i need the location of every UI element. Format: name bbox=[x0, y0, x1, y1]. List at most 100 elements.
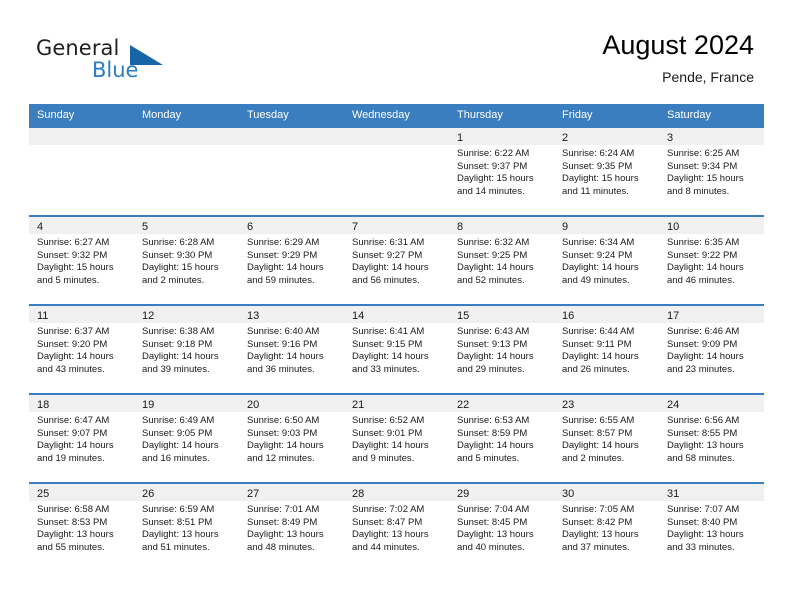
calendar-day-cell[interactable]: 3 Sunrise: 6:25 AM Sunset: 9:34 PM Daylight… bbox=[659, 126, 764, 215]
calendar-day-cell[interactable]: 18 Sunrise: 6:47 AM Sunset: 9:07 PM Dayligh… bbox=[29, 393, 134, 482]
day-number: 30 bbox=[562, 488, 575, 500]
day-sun-info: Sunrise: 6:24 AM Sunset: 9:35 PM Daylight:… bbox=[554, 145, 659, 198]
daylight-duration-line1: Daylight: 14 hours bbox=[457, 262, 534, 274]
daylight-duration-line2: and 19 minutes. bbox=[37, 452, 105, 464]
daylight-duration-line2: and 43 minutes. bbox=[37, 363, 105, 375]
location-subtitle: Pende, France bbox=[662, 69, 754, 85]
daylight-duration-line1: Daylight: 14 hours bbox=[352, 440, 429, 452]
calendar-day-cell[interactable]: 6 Sunrise: 6:29 AM Sunset: 9:29 PM Daylight… bbox=[239, 215, 344, 304]
calendar-day-cell[interactable]: 26 Sunrise: 6:59 AM Sunset: 8:51 PM Dayligh… bbox=[134, 482, 239, 571]
calendar-day-cell[interactable]: 9 Sunrise: 6:34 AM Sunset: 9:24 PM Daylight… bbox=[554, 215, 659, 304]
calendar-day-cell[interactable]: 4 Sunrise: 6:27 AM Sunset: 9:32 PM Daylight… bbox=[29, 215, 134, 304]
daylight-duration-line1: Daylight: 15 hours bbox=[667, 173, 744, 185]
day-sun-info: Sunrise: 7:05 AM Sunset: 8:42 PM Daylight:… bbox=[554, 501, 659, 554]
day-number: 31 bbox=[667, 488, 680, 500]
calendar-day-cell[interactable]: 1 Sunrise: 6:22 AM Sunset: 9:37 PM Daylight… bbox=[449, 126, 554, 215]
sunset-time: Sunset: 8:51 PM bbox=[142, 516, 213, 528]
calendar-day-cell[interactable]: 22 Sunrise: 6:53 AM Sunset: 8:59 PM Dayligh… bbox=[449, 393, 554, 482]
calendar-day-cell[interactable]: 13 Sunrise: 6:40 AM Sunset: 9:16 PM Dayligh… bbox=[239, 304, 344, 393]
brand-name-general: General bbox=[36, 36, 120, 60]
daylight-duration-line1: Daylight: 13 hours bbox=[352, 529, 429, 541]
day-number-bar: 6 bbox=[239, 217, 344, 234]
calendar-day-cell[interactable]: 2 Sunrise: 6:24 AM Sunset: 9:35 PM Daylight… bbox=[554, 126, 659, 215]
sunset-time: Sunset: 8:53 PM bbox=[37, 516, 108, 528]
day-number-bar: 16 bbox=[554, 306, 659, 323]
day-number-bar: 27 bbox=[239, 484, 344, 501]
day-number: 28 bbox=[352, 488, 365, 500]
daylight-duration-line1: Daylight: 14 hours bbox=[562, 351, 639, 363]
calendar-day-cell[interactable]: 31 Sunrise: 7:07 AM Sunset: 8:40 PM Dayligh… bbox=[659, 482, 764, 571]
calendar-day-cell[interactable]: 8 Sunrise: 6:32 AM Sunset: 9:25 PM Daylight… bbox=[449, 215, 554, 304]
sunrise-time: Sunrise: 7:01 AM bbox=[247, 504, 320, 515]
calendar-day-cell[interactable]: 27 Sunrise: 7:01 AM Sunset: 8:49 PM Dayligh… bbox=[239, 482, 344, 571]
day-number-bar: 7 bbox=[344, 217, 449, 234]
daylight-duration-line2: and 37 minutes. bbox=[562, 541, 630, 553]
calendar-day-cell[interactable]: 23 Sunrise: 6:55 AM Sunset: 8:57 PM Dayligh… bbox=[554, 393, 659, 482]
calendar-day-cell[interactable]: 19 Sunrise: 6:49 AM Sunset: 9:05 PM Dayligh… bbox=[134, 393, 239, 482]
day-number-bar bbox=[239, 128, 344, 145]
calendar-day-cell-empty bbox=[239, 126, 344, 215]
calendar-week-row: 11 Sunrise: 6:37 AM Sunset: 9:20 PM Dayligh… bbox=[29, 304, 764, 393]
sunset-time: Sunset: 9:05 PM bbox=[142, 427, 213, 439]
calendar-day-cell[interactable]: 25 Sunrise: 6:58 AM Sunset: 8:53 PM Dayligh… bbox=[29, 482, 134, 571]
calendar-day-cell[interactable]: 12 Sunrise: 6:38 AM Sunset: 9:18 PM Dayligh… bbox=[134, 304, 239, 393]
daylight-duration-line1: Daylight: 14 hours bbox=[247, 440, 324, 452]
daylight-duration-line2: and 44 minutes. bbox=[352, 541, 420, 553]
daylight-duration-line1: Daylight: 14 hours bbox=[37, 440, 114, 452]
day-sun-info: Sunrise: 6:40 AM Sunset: 9:16 PM Daylight:… bbox=[239, 323, 344, 376]
sunrise-time: Sunrise: 6:44 AM bbox=[562, 326, 635, 337]
calendar-day-cell[interactable]: 11 Sunrise: 6:37 AM Sunset: 9:20 PM Dayligh… bbox=[29, 304, 134, 393]
daylight-duration-line1: Daylight: 13 hours bbox=[562, 529, 639, 541]
calendar-day-cell[interactable]: 24 Sunrise: 6:56 AM Sunset: 8:55 PM Dayligh… bbox=[659, 393, 764, 482]
day-sun-info: Sunrise: 6:52 AM Sunset: 9:01 PM Daylight:… bbox=[344, 412, 449, 465]
day-number: 25 bbox=[37, 488, 50, 500]
sunrise-time: Sunrise: 7:02 AM bbox=[352, 504, 425, 515]
day-number-bar: 13 bbox=[239, 306, 344, 323]
weekday-header-saturday: Saturday bbox=[667, 109, 712, 121]
brand-logo[interactable]: General Blue bbox=[36, 36, 236, 92]
daylight-duration-line2: and 23 minutes. bbox=[667, 363, 735, 375]
calendar-day-cell[interactable]: 20 Sunrise: 6:50 AM Sunset: 9:03 PM Dayligh… bbox=[239, 393, 344, 482]
day-sun-info: Sunrise: 6:25 AM Sunset: 9:34 PM Daylight:… bbox=[659, 145, 764, 198]
sunset-time: Sunset: 9:22 PM bbox=[667, 249, 738, 261]
day-number-bar: 26 bbox=[134, 484, 239, 501]
day-sun-info: Sunrise: 6:47 AM Sunset: 9:07 PM Daylight:… bbox=[29, 412, 134, 465]
daylight-duration-line1: Daylight: 13 hours bbox=[142, 529, 219, 541]
day-number-bar: 30 bbox=[554, 484, 659, 501]
day-number: 11 bbox=[37, 310, 49, 322]
daylight-duration-line1: Daylight: 15 hours bbox=[457, 173, 534, 185]
calendar-day-cell[interactable]: 14 Sunrise: 6:41 AM Sunset: 9:15 PM Dayligh… bbox=[344, 304, 449, 393]
calendar-day-cell[interactable]: 21 Sunrise: 6:52 AM Sunset: 9:01 PM Dayligh… bbox=[344, 393, 449, 482]
daylight-duration-line2: and 12 minutes. bbox=[247, 452, 315, 464]
calendar-day-cell[interactable]: 5 Sunrise: 6:28 AM Sunset: 9:30 PM Daylight… bbox=[134, 215, 239, 304]
calendar-day-cell[interactable]: 7 Sunrise: 6:31 AM Sunset: 9:27 PM Daylight… bbox=[344, 215, 449, 304]
daylight-duration-line2: and 46 minutes. bbox=[667, 274, 735, 286]
daylight-duration-line1: Daylight: 14 hours bbox=[667, 351, 744, 363]
daylight-duration-line2: and 33 minutes. bbox=[667, 541, 735, 553]
calendar-week-row: 18 Sunrise: 6:47 AM Sunset: 9:07 PM Dayligh… bbox=[29, 393, 764, 482]
day-number-bar bbox=[134, 128, 239, 145]
sunrise-time: Sunrise: 7:07 AM bbox=[667, 504, 740, 515]
day-sun-info: Sunrise: 6:31 AM Sunset: 9:27 PM Daylight:… bbox=[344, 234, 449, 287]
calendar-day-cell[interactable]: 17 Sunrise: 6:46 AM Sunset: 9:09 PM Dayligh… bbox=[659, 304, 764, 393]
sunrise-time: Sunrise: 6:53 AM bbox=[457, 415, 530, 426]
calendar-day-cell[interactable]: 10 Sunrise: 6:35 AM Sunset: 9:22 PM Dayligh… bbox=[659, 215, 764, 304]
calendar-day-cell[interactable]: 15 Sunrise: 6:43 AM Sunset: 9:13 PM Dayligh… bbox=[449, 304, 554, 393]
calendar-day-cell[interactable]: 30 Sunrise: 7:05 AM Sunset: 8:42 PM Dayligh… bbox=[554, 482, 659, 571]
day-number-bar: 15 bbox=[449, 306, 554, 323]
day-number: 10 bbox=[667, 221, 680, 233]
day-number: 17 bbox=[667, 310, 680, 322]
calendar-day-cell[interactable]: 16 Sunrise: 6:44 AM Sunset: 9:11 PM Dayligh… bbox=[554, 304, 659, 393]
weekday-header-thursday: Thursday bbox=[457, 109, 503, 121]
sunset-time: Sunset: 8:59 PM bbox=[457, 427, 528, 439]
daylight-duration-line2: and 11 minutes. bbox=[562, 185, 629, 197]
calendar-day-cell[interactable]: 29 Sunrise: 7:04 AM Sunset: 8:45 PM Dayligh… bbox=[449, 482, 554, 571]
day-number-bar: 24 bbox=[659, 395, 764, 412]
sunrise-time: Sunrise: 6:22 AM bbox=[457, 148, 530, 159]
day-number: 29 bbox=[457, 488, 470, 500]
day-number: 13 bbox=[247, 310, 260, 322]
day-number-bar bbox=[29, 128, 134, 145]
weekday-header-tuesday: Tuesday bbox=[247, 109, 289, 121]
calendar-day-cell[interactable]: 28 Sunrise: 7:02 AM Sunset: 8:47 PM Dayligh… bbox=[344, 482, 449, 571]
day-number-bar: 22 bbox=[449, 395, 554, 412]
